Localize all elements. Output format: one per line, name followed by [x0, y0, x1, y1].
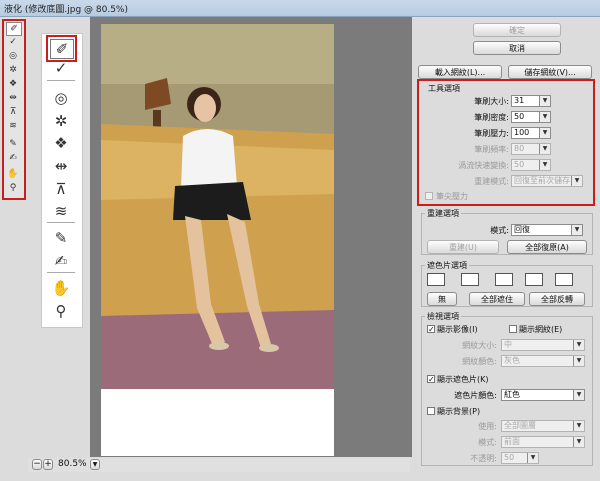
mask-invert-icon[interactable]	[555, 273, 573, 286]
show-mask-checkbox[interactable]: ✓	[427, 375, 435, 384]
reconstruct-mode-label: 模式:	[490, 226, 509, 235]
show-mesh-checkbox[interactable]	[509, 325, 517, 333]
backdrop-mode-label: 模式:	[478, 438, 497, 447]
separator	[47, 272, 75, 273]
invert-all-button[interactable]: 全部反轉	[529, 292, 585, 306]
enlarged-toolbar: ✐ ✓ ◎ ✲ ❖ ⇹ ⊼ ≋ ✎ ✍ ✋ ⚲	[41, 33, 83, 328]
preview-canvas[interactable]	[101, 24, 334, 456]
mesh-size-label: 網紋大小:	[462, 341, 497, 350]
zoom-out-button[interactable]: −	[32, 459, 42, 470]
mask-options-title: 遮色片選項	[425, 260, 469, 271]
mask-all-button[interactable]: 全部遮住	[469, 292, 525, 306]
show-image-checkbox[interactable]: ✓	[427, 325, 435, 334]
mask-none-button[interactable]: 無	[427, 292, 457, 306]
twirl-tool-icon[interactable]: ◎	[50, 89, 72, 107]
mask-add-icon[interactable]	[461, 273, 479, 286]
separator	[47, 222, 75, 223]
options-panel: 確定 取消 載入網紋(L)... 儲存網紋(V)... 工具選項 筆刷大小: 3…	[413, 17, 600, 481]
backdrop-use-select[interactable]: 全部圖層 ▼	[501, 420, 585, 432]
reconstruct-options-title: 重建選項	[425, 208, 461, 219]
mask-replace-icon[interactable]	[427, 273, 445, 286]
dropdown-arrow-icon[interactable]: ▼	[573, 340, 584, 350]
highlight-frame	[46, 35, 77, 62]
restore-all-button[interactable]: 全部復原(A)	[507, 240, 587, 254]
freeze-mask-tool-icon[interactable]: ✎	[50, 229, 72, 247]
window-title: 液化 (修改底圖.jpg @ 80.5%)	[4, 5, 128, 15]
separator	[47, 80, 75, 81]
backdrop-mode-select[interactable]: 前面 ▼	[501, 436, 585, 448]
bloat-tool-icon[interactable]: ❖	[50, 134, 72, 152]
show-image-label: 顯示影像(I)	[437, 325, 478, 334]
pucker-tool-icon[interactable]: ✲	[50, 112, 72, 130]
show-mesh-label: 顯示網紋(E)	[519, 325, 563, 334]
mask-color-select[interactable]: 紅色 ▼	[501, 389, 585, 401]
mesh-color-label: 網紋顏色:	[462, 357, 497, 366]
dropdown-arrow-icon[interactable]: ▼	[573, 356, 584, 366]
mask-color-label: 遮色片顏色:	[454, 391, 497, 400]
dropdown-arrow-icon[interactable]: ▼	[573, 390, 584, 400]
reconstruct-button[interactable]: 重建(U)	[427, 240, 499, 254]
highlight-frame	[2, 19, 26, 200]
photo-preview	[101, 24, 334, 456]
mask-intersect-icon[interactable]	[525, 273, 543, 286]
view-options-title: 檢視選項	[425, 311, 461, 322]
cancel-button[interactable]: 取消	[473, 41, 561, 55]
save-mesh-button[interactable]: 儲存網紋(V)...	[508, 65, 592, 79]
backdrop-opacity-label: 不透明:	[470, 454, 497, 463]
turbulence-tool-icon[interactable]: ≋	[50, 202, 72, 220]
load-mesh-button[interactable]: 載入網紋(L)...	[418, 65, 502, 79]
highlight-frame	[417, 79, 595, 206]
reconstruct-mode-select[interactable]: 回復 ▼	[511, 224, 583, 236]
dropdown-arrow-icon[interactable]: ▼	[527, 453, 538, 463]
title-bar: 液化 (修改底圖.jpg @ 80.5%)	[0, 0, 600, 17]
zoom-dropdown[interactable]: ▼	[90, 459, 100, 470]
mesh-size-select[interactable]: 中 ▼	[501, 339, 585, 351]
dropdown-arrow-icon[interactable]: ▼	[573, 437, 584, 447]
backdrop-opacity-field[interactable]: 50 ▼	[501, 452, 539, 464]
mask-subtract-icon[interactable]	[495, 273, 513, 286]
show-backdrop-label: 顯示背景(P)	[437, 407, 481, 416]
show-mask-label: 顯示遮色片(K)	[437, 375, 489, 384]
mesh-color-select[interactable]: 灰色 ▼	[501, 355, 585, 367]
zoom-level: 80.5%	[58, 459, 87, 469]
zoom-in-button[interactable]: +	[43, 459, 53, 470]
black-shorts	[173, 182, 251, 220]
dropdown-arrow-icon[interactable]: ▼	[571, 225, 582, 235]
ok-button[interactable]: 確定	[473, 23, 561, 37]
zoom-tool-icon[interactable]: ⚲	[50, 302, 72, 320]
thaw-mask-tool-icon[interactable]: ✍	[50, 252, 72, 270]
push-left-tool-icon[interactable]: ⇹	[50, 157, 72, 175]
mirror-tool-icon[interactable]: ⊼	[50, 180, 72, 198]
status-bar: − + 80.5% ▼	[28, 458, 410, 472]
dropdown-arrow-icon[interactable]: ▼	[573, 421, 584, 431]
backdrop-use-label: 使用:	[478, 422, 497, 431]
white-blouse	[181, 129, 237, 188]
hand-tool-icon[interactable]: ✋	[50, 279, 72, 297]
show-backdrop-checkbox[interactable]	[427, 407, 435, 415]
